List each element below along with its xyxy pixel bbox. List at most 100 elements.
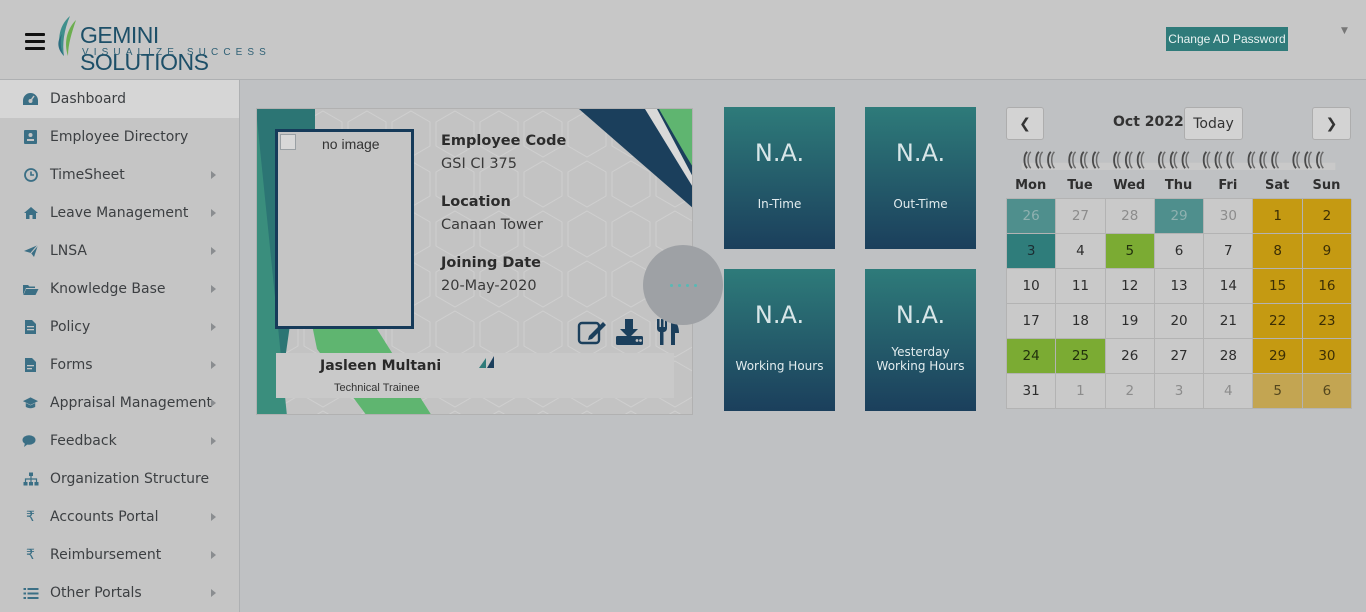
chevron-right-icon <box>211 399 216 407</box>
location-block: Location Canaan Tower <box>441 194 543 233</box>
calendar-day[interactable]: 31 <box>1007 374 1057 409</box>
sidebar-item-dashboard[interactable]: Dashboard <box>0 80 239 118</box>
sidebar-item-reimbursement[interactable]: ₹ Reimbursement <box>0 536 239 574</box>
sidebar-item-forms[interactable]: Forms <box>0 346 239 384</box>
sidebar-item-organization-structure[interactable]: Organization Structure <box>0 460 239 498</box>
employee-code-block: Employee Code GSI CI 375 <box>441 133 566 172</box>
calendar-prev-button[interactable]: ❮ <box>1006 107 1044 140</box>
calendar-day[interactable]: 6 <box>1302 374 1353 409</box>
sidebar-item-label: Knowledge Base <box>50 281 166 297</box>
location-value: Canaan Tower <box>441 217 543 233</box>
sidebar-item-label: TimeSheet <box>50 167 125 183</box>
calendar-day[interactable]: 16 <box>1302 269 1353 304</box>
employee-photo: no image <box>275 129 414 329</box>
calendar-day[interactable]: 29 <box>1253 339 1303 374</box>
calendar-day[interactable]: 5 <box>1253 374 1303 409</box>
calendar-today-button[interactable]: Today <box>1184 107 1243 140</box>
working-hours-label: Working Hours <box>735 359 824 373</box>
calendar-day[interactable]: 5 <box>1105 234 1155 269</box>
sidebar-item-employee-directory[interactable]: Employee Directory <box>0 118 239 156</box>
calendar-day[interactable]: 1 <box>1253 199 1303 234</box>
calendar-day[interactable]: 28 <box>1105 199 1155 234</box>
calendar-day[interactable]: 27 <box>1154 339 1205 374</box>
sidebar-item-policy[interactable]: Policy <box>0 308 239 346</box>
sidebar-item-label: Organization Structure <box>50 471 210 487</box>
calendar-widget: ❮ Oct 2022 Today ❯ Mon Tue Wed Thu Fri S… <box>1006 106 1353 414</box>
calendar-day[interactable]: 3 <box>1154 374 1205 409</box>
calendar-day[interactable]: 24 <box>1007 339 1057 374</box>
weekday-header: Mon Tue Wed Thu Fri Sat Sun <box>1006 178 1351 196</box>
chevron-right-icon <box>211 513 216 521</box>
sidebar-item-accounts-portal[interactable]: ₹ Accounts Portal <box>0 498 239 536</box>
dashboard-icon <box>22 91 39 108</box>
calendar-day[interactable]: 29 <box>1154 199 1205 234</box>
sidebar-item-label: LNSA <box>50 243 87 259</box>
sidebar-item-lnsa[interactable]: LNSA <box>0 232 239 270</box>
comments-icon <box>22 433 39 450</box>
weekday-label: Wed <box>1113 178 1146 193</box>
sidebar-item-knowledge-base[interactable]: Knowledge Base <box>0 270 239 308</box>
calendar-day[interactable]: 27 <box>1056 199 1106 234</box>
calendar-day[interactable]: 19 <box>1105 304 1155 339</box>
calendar-day[interactable]: 22 <box>1253 304 1303 339</box>
out-time-tile[interactable]: N.A. Out-Time <box>865 107 976 249</box>
calendar-day[interactable]: 10 <box>1007 269 1057 304</box>
calendar-day[interactable]: 7 <box>1204 234 1254 269</box>
chevron-right-icon <box>211 171 216 179</box>
rupee-icon: ₹ <box>26 509 35 525</box>
download-icon[interactable] <box>615 317 645 347</box>
calendar-day[interactable]: 21 <box>1204 304 1254 339</box>
calendar-day[interactable]: 30 <box>1302 339 1353 374</box>
logo-tagline: VISUALIZE SUCCESS <box>82 47 271 58</box>
calendar-day[interactable]: 30 <box>1204 199 1254 234</box>
sidebar-item-other-portals[interactable]: Other Portals <box>0 574 239 612</box>
calendar-day[interactable]: 12 <box>1105 269 1155 304</box>
hamburger-menu-icon[interactable] <box>25 33 45 50</box>
calendar-day[interactable]: 9 <box>1302 234 1353 269</box>
calendar-day[interactable]: 17 <box>1007 304 1057 339</box>
joining-date-label: Joining Date <box>441 255 541 271</box>
calendar-day[interactable]: 14 <box>1204 269 1254 304</box>
sidebar-item-appraisal-management[interactable]: Appraisal Management <box>0 384 239 422</box>
calendar-day[interactable]: 1 <box>1056 374 1106 409</box>
calendar-day[interactable]: 2 <box>1302 199 1353 234</box>
yesterday-working-hours-tile[interactable]: N.A. Yesterday Working Hours <box>865 269 976 411</box>
edit-icon[interactable] <box>577 317 607 347</box>
sidebar-item-label: Policy <box>50 319 91 335</box>
calendar-month-title: Oct 2022 <box>1113 114 1184 130</box>
out-time-value: N.A. <box>895 139 946 167</box>
calendar-day[interactable]: 25 <box>1056 339 1106 374</box>
list-icon <box>22 585 39 602</box>
calendar-day[interactable]: 15 <box>1253 269 1303 304</box>
calendar-day[interactable]: 23 <box>1302 304 1353 339</box>
calendar-day[interactable]: 2 <box>1105 374 1155 409</box>
joining-date-value: 20-May-2020 <box>441 278 537 294</box>
out-time-label: Out-Time <box>893 197 948 211</box>
working-hours-tile[interactable]: N.A. Working Hours <box>724 269 835 411</box>
calendar-day[interactable]: 11 <box>1056 269 1106 304</box>
calendar-next-button[interactable]: ❯ <box>1312 107 1351 140</box>
calendar-day[interactable]: 4 <box>1204 374 1254 409</box>
change-ad-password-button[interactable]: Change AD Password <box>1166 27 1288 51</box>
sidebar-item-timesheet[interactable]: TimeSheet <box>0 156 239 194</box>
sidebar-item-feedback[interactable]: Feedback <box>0 422 239 460</box>
sidebar-item-label: Appraisal Management <box>50 395 213 411</box>
calendar-day[interactable]: 20 <box>1154 304 1205 339</box>
calendar-day[interactable]: 13 <box>1154 269 1205 304</box>
calendar-day[interactable]: 26 <box>1105 339 1155 374</box>
file-icon <box>22 357 39 374</box>
calendar-day[interactable]: 28 <box>1204 339 1254 374</box>
calendar-day[interactable]: 6 <box>1154 234 1205 269</box>
company-logo[interactable]: GEMINI SOLUTIONS VISUALIZE SUCCESS <box>54 14 284 75</box>
calendar-day[interactable]: 18 <box>1056 304 1106 339</box>
sidebar: Dashboard Employee Directory TimeSheet L… <box>0 80 240 612</box>
top-header: GEMINI SOLUTIONS VISUALIZE SUCCESS Chang… <box>0 0 1366 80</box>
calendar-day[interactable]: 8 <box>1253 234 1303 269</box>
in-time-tile[interactable]: N.A. In-Time <box>724 107 835 249</box>
calendar-day[interactable]: 26 <box>1007 199 1057 234</box>
caret-down-icon[interactable]: ▼ <box>1341 26 1348 36</box>
sidebar-item-leave-management[interactable]: Leave Management <box>0 194 239 232</box>
employee-code-value: GSI CI 375 <box>441 156 518 172</box>
calendar-day[interactable]: 3 <box>1007 234 1057 269</box>
calendar-day[interactable]: 4 <box>1056 234 1106 269</box>
